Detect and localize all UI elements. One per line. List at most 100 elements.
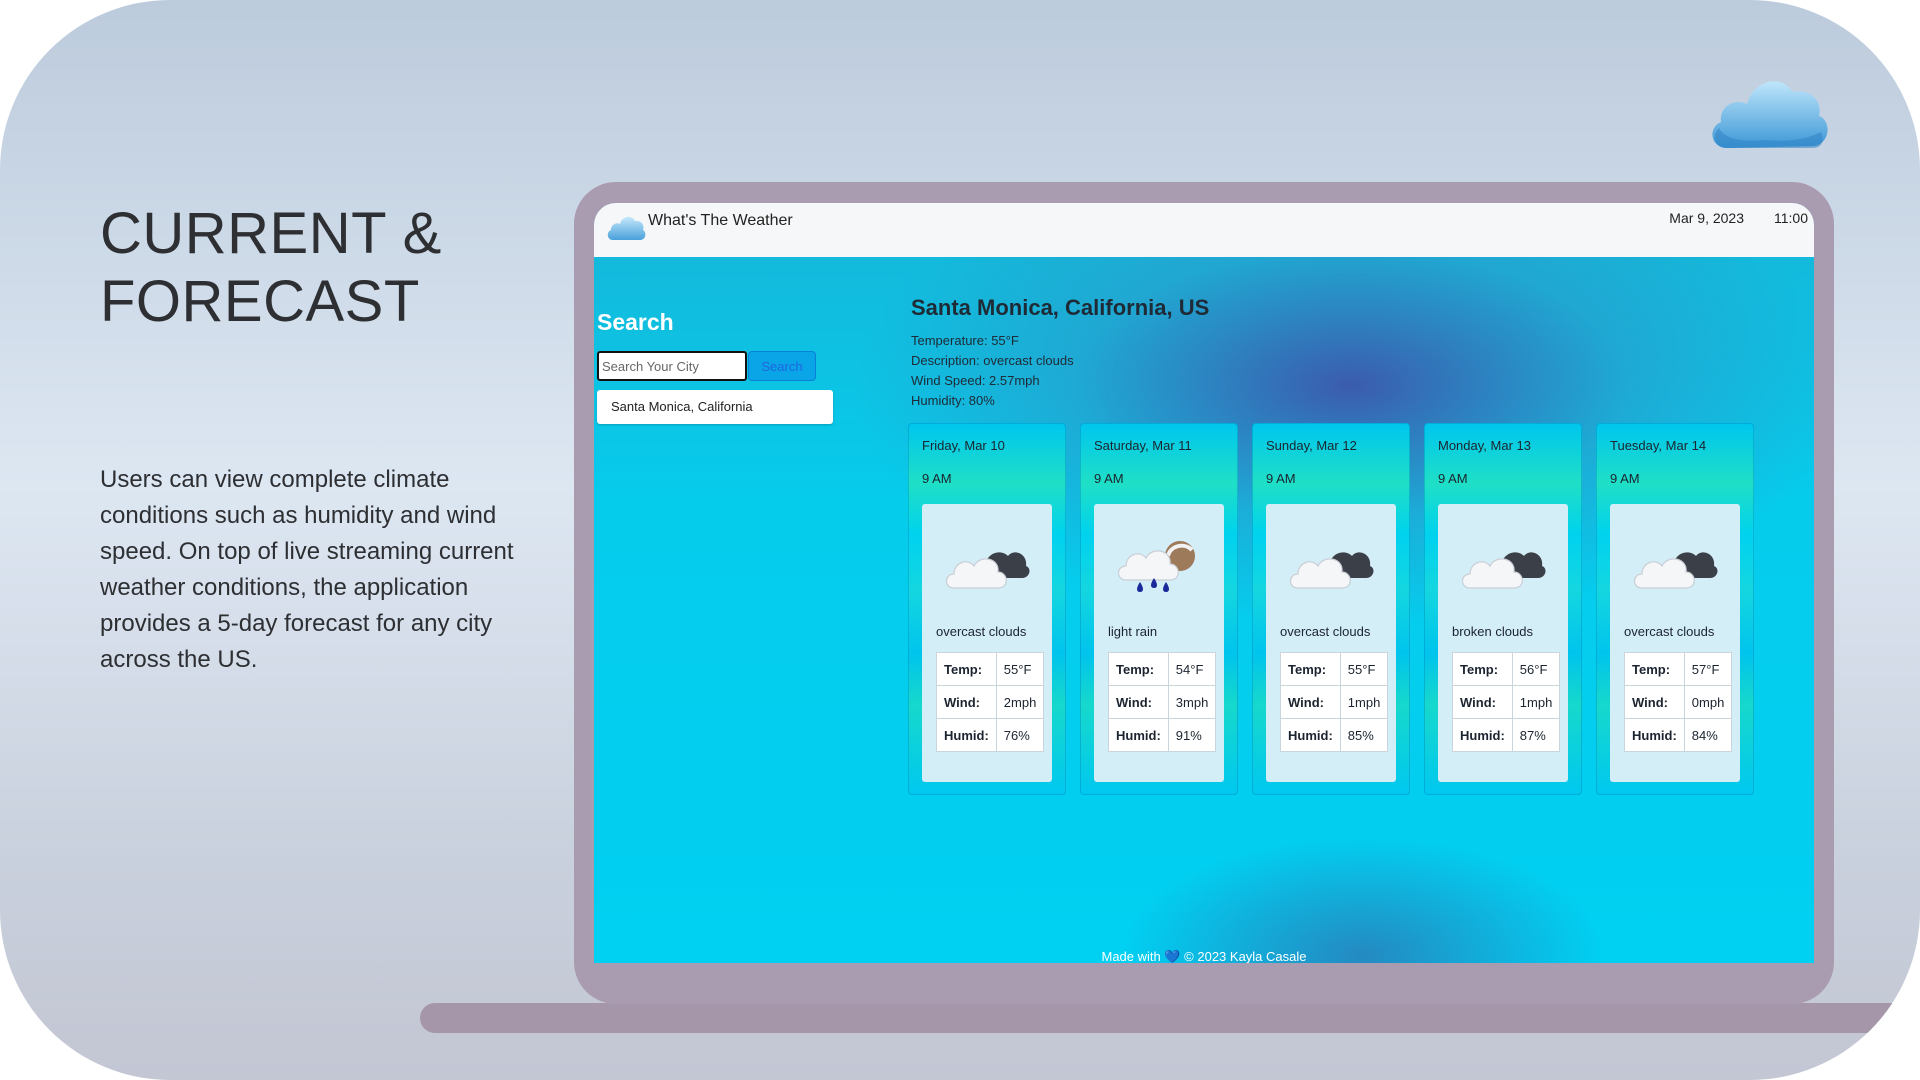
wind-label: Wind: bbox=[1280, 685, 1341, 719]
light-rain-icon bbox=[1117, 541, 1195, 592]
forecast-card-body: overcast clouds Temp: 55°F Wind: 1mph Hu… bbox=[1266, 504, 1396, 782]
humid-value: 84% bbox=[1683, 718, 1733, 752]
humid-label: Humid: bbox=[1624, 718, 1685, 752]
forecast-date: Monday, Mar 13 bbox=[1438, 438, 1531, 453]
table-row: Wind: 2mph bbox=[936, 685, 1045, 719]
laptop-base bbox=[420, 1003, 1920, 1033]
forecast-stats-table: Temp: 54°F Wind: 3mph Humid: 91% bbox=[1108, 652, 1217, 752]
wind-value: 2mph bbox=[995, 685, 1045, 719]
current-temperature: Temperature: 55°F bbox=[911, 333, 1019, 348]
forecast-description: overcast clouds bbox=[1280, 624, 1371, 639]
current-date: Mar 9, 2023 bbox=[1669, 210, 1744, 226]
footer-credit: Made with 💙 © 2023 Kayla Casale bbox=[594, 949, 1814, 963]
app-screen: What's The Weather Mar 9, 2023 11:00 Sea… bbox=[594, 203, 1814, 963]
table-row: Temp: 55°F bbox=[1280, 652, 1389, 686]
table-row: Wind: 3mph bbox=[1108, 685, 1217, 719]
wind-label: Wind: bbox=[1452, 685, 1513, 719]
wind-label: Wind: bbox=[1624, 685, 1685, 719]
table-row: Wind: 0mph bbox=[1624, 685, 1733, 719]
forecast-card-body: overcast clouds Temp: 55°F Wind: 2mph Hu… bbox=[922, 504, 1052, 782]
search-heading: Search bbox=[597, 309, 674, 335]
forecast-date: Friday, Mar 10 bbox=[922, 438, 1005, 453]
slide-background: CURRENT & FORECAST Users can view comple… bbox=[0, 0, 1920, 1080]
forecast-description: light rain bbox=[1108, 624, 1158, 639]
footer-made-with: Made with bbox=[1101, 949, 1161, 963]
table-row: Temp: 57°F bbox=[1624, 652, 1733, 686]
current-time: 11:00 bbox=[1774, 210, 1808, 226]
current-description: Description: overcast clouds bbox=[911, 353, 1074, 368]
forecast-date: Sunday, Mar 12 bbox=[1266, 438, 1357, 453]
forecast-description: overcast clouds bbox=[1624, 624, 1715, 639]
forecast-card: Friday, Mar 10 9 AM overcast clouds Temp… bbox=[908, 423, 1066, 795]
cloud-logo-icon bbox=[607, 216, 646, 240]
forecast-stats-table: Temp: 55°F Wind: 1mph Humid: 85% bbox=[1280, 652, 1389, 752]
forecast-time: 9 AM bbox=[1610, 471, 1640, 486]
forecast-description: broken clouds bbox=[1452, 624, 1533, 639]
forecast-card-body: overcast clouds Temp: 57°F Wind: 0mph Hu… bbox=[1610, 504, 1740, 782]
overcast-clouds-icon bbox=[945, 552, 1030, 589]
forecast-stats-table: Temp: 55°F Wind: 2mph Humid: 76% bbox=[936, 652, 1045, 752]
temp-value: 57°F bbox=[1683, 652, 1733, 686]
temp-label: Temp: bbox=[1624, 652, 1685, 686]
humid-value: 85% bbox=[1339, 718, 1389, 752]
table-row: Temp: 54°F bbox=[1108, 652, 1217, 686]
heading-line: FORECAST bbox=[100, 269, 420, 334]
humid-label: Humid: bbox=[1108, 718, 1169, 752]
table-row: Humid: 85% bbox=[1280, 718, 1389, 752]
broken-clouds-icon bbox=[1461, 552, 1546, 589]
humid-label: Humid: bbox=[936, 718, 997, 752]
app-header: What's The Weather Mar 9, 2023 11:00 bbox=[594, 203, 1814, 257]
forecast-card: Sunday, Mar 12 9 AM overcast clouds Temp… bbox=[1252, 423, 1410, 795]
footer-copyright: © 2023 Kayla Casale bbox=[1184, 949, 1307, 963]
overcast-clouds-icon bbox=[1289, 552, 1374, 589]
forecast-stats-table: Temp: 57°F Wind: 0mph Humid: 84% bbox=[1624, 652, 1733, 752]
forecast-description: overcast clouds bbox=[936, 624, 1027, 639]
temp-value: 56°F bbox=[1511, 652, 1561, 686]
wind-value: 1mph bbox=[1339, 685, 1389, 719]
search-input[interactable] bbox=[597, 351, 747, 381]
table-row: Humid: 91% bbox=[1108, 718, 1217, 752]
temp-label: Temp: bbox=[1452, 652, 1513, 686]
current-city-title: Santa Monica, California, US bbox=[911, 295, 1210, 320]
forecast-stats-table: Temp: 56°F Wind: 1mph Humid: 87% bbox=[1452, 652, 1561, 752]
current-wind-speed: Wind Speed: 2.57mph bbox=[911, 373, 1040, 388]
humid-value: 76% bbox=[995, 718, 1045, 752]
forecast-card: Tuesday, Mar 14 9 AM overcast clouds Tem… bbox=[1596, 423, 1754, 795]
table-row: Temp: 55°F bbox=[936, 652, 1045, 686]
forecast-time: 9 AM bbox=[1266, 471, 1296, 486]
humid-value: 87% bbox=[1511, 718, 1561, 752]
temp-label: Temp: bbox=[936, 652, 997, 686]
temp-label: Temp: bbox=[1108, 652, 1169, 686]
forecast-date: Tuesday, Mar 14 bbox=[1610, 438, 1707, 453]
humid-value: 91% bbox=[1167, 718, 1217, 752]
humid-label: Humid: bbox=[1280, 718, 1341, 752]
slide-description: Users can view complete climate conditio… bbox=[100, 466, 514, 673]
search-history-item[interactable]: Santa Monica, California bbox=[597, 390, 833, 424]
overcast-clouds-icon bbox=[1633, 552, 1718, 589]
heart-icon: 💙 bbox=[1164, 949, 1181, 963]
search-button[interactable]: Search bbox=[748, 351, 816, 381]
table-row: Wind: 1mph bbox=[1452, 685, 1561, 719]
table-row: Wind: 1mph bbox=[1280, 685, 1389, 719]
current-humidity: Humidity: 80% bbox=[911, 393, 995, 408]
heading-line: CURRENT & bbox=[100, 201, 442, 266]
table-row: Temp: 56°F bbox=[1452, 652, 1561, 686]
forecast-time: 9 AM bbox=[922, 471, 952, 486]
temp-value: 55°F bbox=[1339, 652, 1389, 686]
temp-value: 55°F bbox=[995, 652, 1045, 686]
humid-label: Humid: bbox=[1452, 718, 1513, 752]
forecast-card-body: light rain Temp: 54°F Wind: 3mph Humid: … bbox=[1094, 504, 1224, 782]
wind-value: 1mph bbox=[1511, 685, 1561, 719]
forecast-time: 9 AM bbox=[1438, 471, 1468, 486]
temp-label: Temp: bbox=[1280, 652, 1341, 686]
cloud-icon bbox=[1712, 81, 1828, 148]
table-row: Humid: 76% bbox=[936, 718, 1045, 752]
forecast-date: Saturday, Mar 11 bbox=[1094, 438, 1192, 453]
forecast-card: Monday, Mar 13 9 AM broken clouds Temp: … bbox=[1424, 423, 1582, 795]
forecast-card: Saturday, Mar 11 9 AM light rain Temp: 5… bbox=[1080, 423, 1238, 795]
table-row: Humid: 84% bbox=[1624, 718, 1733, 752]
wind-label: Wind: bbox=[1108, 685, 1169, 719]
slide-heading: CURRENT & FORECAST bbox=[100, 200, 540, 336]
temp-value: 54°F bbox=[1167, 652, 1217, 686]
wind-label: Wind: bbox=[936, 685, 997, 719]
